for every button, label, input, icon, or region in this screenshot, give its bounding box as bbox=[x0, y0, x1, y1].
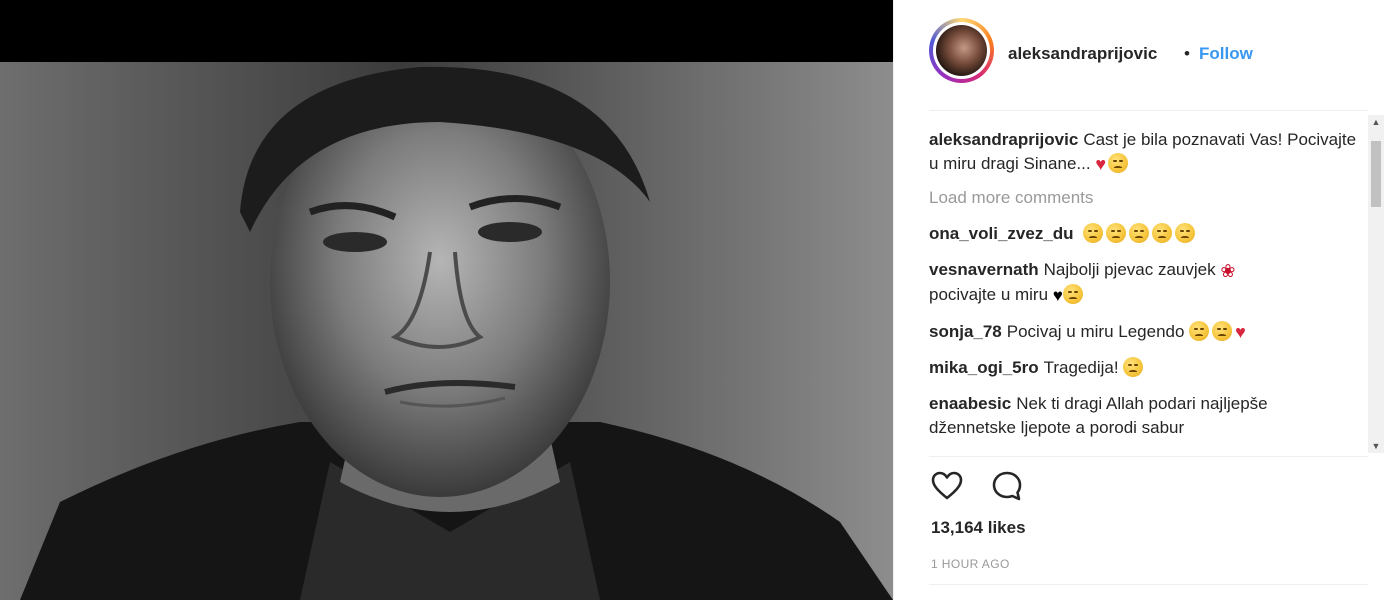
scroll-up-arrow-icon[interactable]: ▲ bbox=[1368, 115, 1384, 129]
avatar[interactable] bbox=[929, 18, 994, 83]
header-username[interactable]: aleksandraprijovic bbox=[1008, 44, 1157, 64]
weary-face-icon bbox=[1083, 223, 1104, 243]
load-more-comments-link[interactable]: Load more comments bbox=[929, 186, 1359, 210]
comment-username[interactable]: mika_ogi_5ro bbox=[929, 358, 1039, 377]
post-header: aleksandraprijovic • Follow bbox=[894, 0, 1388, 110]
weary-face-icon bbox=[1152, 223, 1173, 243]
header-divider bbox=[929, 110, 1368, 111]
weary-face-icon bbox=[1062, 284, 1083, 304]
comment-text-line2: pocivajte u miru bbox=[929, 285, 1049, 304]
comment-username[interactable]: enaabesic bbox=[929, 394, 1011, 413]
list-item: enaabesic Nek ti dragi Allah podari najlj… bbox=[929, 392, 1359, 440]
post-photo[interactable] bbox=[0, 62, 893, 600]
black-heart-icon: ♥ bbox=[1052, 286, 1063, 305]
comment-bubble-icon[interactable] bbox=[991, 470, 1023, 502]
sad-face-icon bbox=[1189, 321, 1210, 341]
comments-list: aleksandraprijovic Cast je bila poznavati… bbox=[929, 128, 1359, 456]
bottom-divider bbox=[929, 584, 1368, 585]
post-photo-pane bbox=[0, 0, 893, 600]
post-side-panel: aleksandraprijovic • Follow aleksandrapr… bbox=[893, 0, 1388, 600]
sad-face-icon bbox=[1123, 357, 1144, 377]
comment-text: Tragedija! bbox=[1043, 358, 1119, 377]
caption-username[interactable]: aleksandraprijovic bbox=[929, 130, 1078, 149]
rose-icon: ❀ bbox=[1220, 261, 1236, 281]
caption: aleksandraprijovic Cast je bila poznavati… bbox=[929, 128, 1359, 176]
list-item: mika_ogi_5ro Tragedija! bbox=[929, 356, 1359, 380]
follow-button[interactable]: Follow bbox=[1199, 44, 1253, 64]
scroll-down-arrow-icon[interactable]: ▼ bbox=[1368, 439, 1384, 453]
avatar-image bbox=[936, 25, 987, 76]
sad-face-icon bbox=[1108, 153, 1129, 173]
broken-heart-icon: ♥ bbox=[1095, 154, 1107, 174]
portrait-illustration bbox=[0, 62, 893, 600]
weary-face-icon bbox=[1175, 223, 1196, 243]
comments-scrollbar[interactable]: ▲ ▼ bbox=[1368, 115, 1384, 453]
actions-divider bbox=[929, 456, 1368, 457]
comment-username[interactable]: sonja_78 bbox=[929, 322, 1002, 341]
list-item: ona_voli_zvez_du bbox=[929, 222, 1359, 246]
broken-heart-icon: ♥ bbox=[1235, 322, 1246, 342]
comment-text: Najbolji pjevac zauvjek bbox=[1043, 260, 1216, 279]
like-heart-icon[interactable] bbox=[931, 470, 963, 502]
comment-text: Pocivaj u miru Legendo bbox=[1006, 322, 1185, 341]
weary-face-icon bbox=[1106, 223, 1127, 243]
scrollbar-thumb[interactable] bbox=[1371, 141, 1381, 207]
sad-face-icon bbox=[1212, 321, 1233, 341]
weary-face-icon bbox=[1129, 223, 1150, 243]
list-item: vesnavernath Najbolji pjevac zauvjek ❀ po… bbox=[929, 258, 1359, 308]
separator-dot: • bbox=[1184, 44, 1190, 63]
comment-username[interactable]: ona_voli_zvez_du bbox=[929, 224, 1074, 243]
post-timestamp[interactable]: 1 HOUR AGO bbox=[931, 557, 1010, 571]
likes-count[interactable]: 13,164 likes bbox=[931, 518, 1026, 538]
photo-letterbox-bar bbox=[0, 0, 893, 62]
list-item: sonja_78 Pocivaj u miru Legendo ♥ bbox=[929, 320, 1359, 344]
comment-username[interactable]: vesnavernath bbox=[929, 260, 1039, 279]
